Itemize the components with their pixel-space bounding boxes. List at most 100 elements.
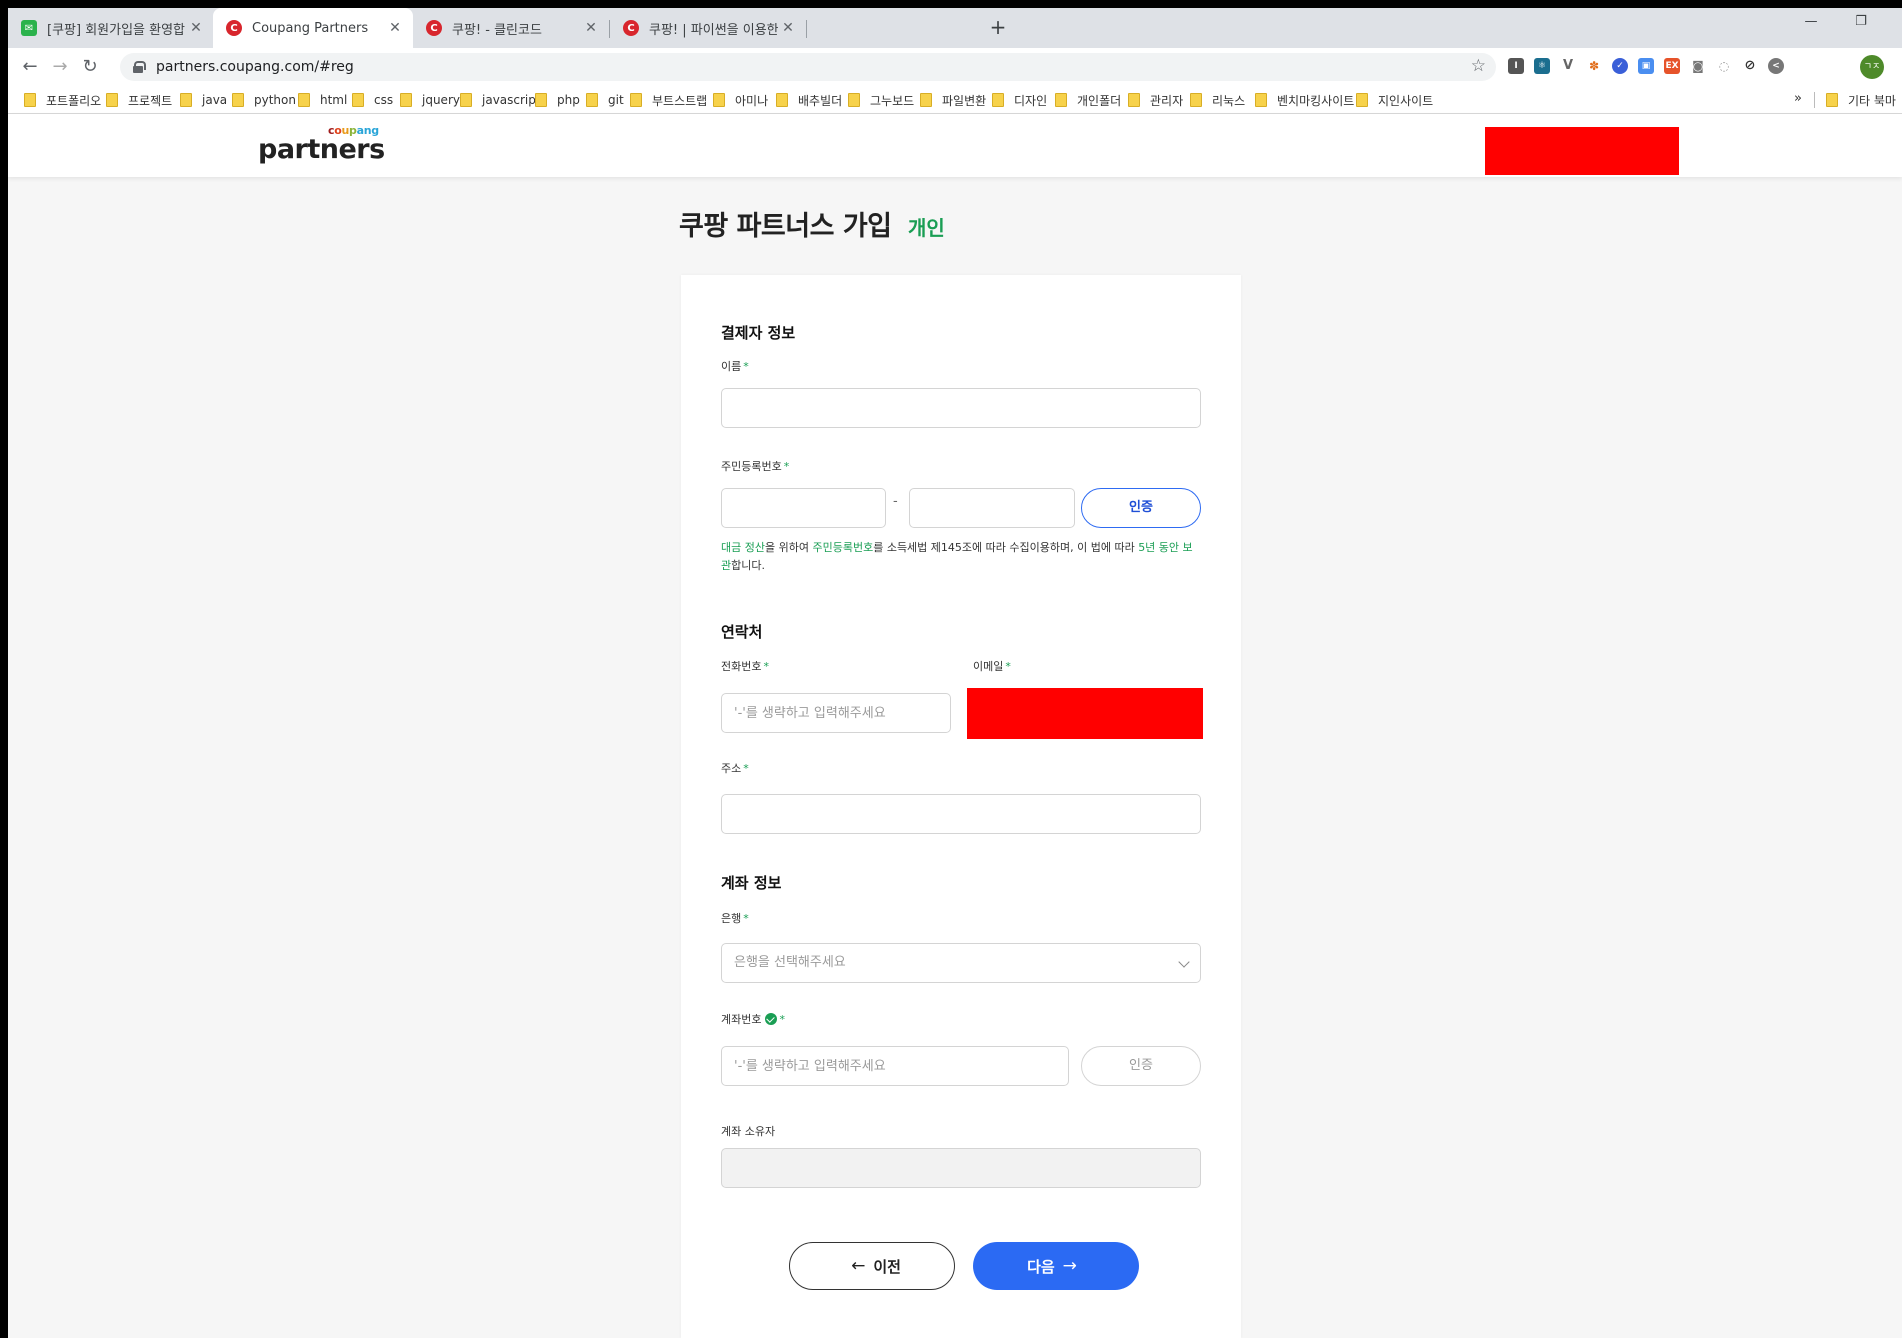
extension-icon[interactable]: ✽ <box>1586 58 1602 74</box>
redacted-area <box>1485 127 1679 175</box>
bookmark-folder[interactable]: 리눅스 <box>1190 92 1245 108</box>
folder-icon <box>1190 93 1202 107</box>
bank-select[interactable]: 은행을 선택해주세요 <box>721 943 1201 983</box>
bookmarks-separator <box>1814 92 1815 108</box>
prev-button[interactable]: ← 이전 <box>789 1242 955 1290</box>
url-text: partners.coupang.com/#reg <box>156 59 354 75</box>
forward-icon[interactable]: → <box>46 53 74 81</box>
reload-icon[interactable]: ↻ <box>76 53 104 81</box>
browser-window: ✉ [쿠팡] 회원가입을 환영합니다! ✕ C Coupang Partners… <box>8 8 1902 1338</box>
bookmark-folder[interactable]: 프로젝트 <box>106 92 172 108</box>
react-devtools-icon[interactable]: ⚛ <box>1534 58 1550 74</box>
bookmark-folder[interactable]: javascript <box>460 92 541 108</box>
bookmark-folder[interactable]: html <box>298 92 347 108</box>
extension-icon[interactable]: ▣ <box>1638 58 1654 74</box>
folder-icon <box>1255 93 1267 107</box>
coupang-partners-logo[interactable]: coupang partners <box>258 122 388 168</box>
check-circle-icon <box>765 1013 778 1025</box>
tab-strip: ✉ [쿠팡] 회원가입을 환영합니다! ✕ C Coupang Partners… <box>8 8 1902 48</box>
rrn-back-input[interactable] <box>909 488 1075 528</box>
bookmark-folder[interactable]: python <box>232 92 296 108</box>
name-input[interactable] <box>721 388 1201 428</box>
extension-icon[interactable]: I <box>1508 58 1524 74</box>
bank-label: 은행 * <box>721 912 749 925</box>
bookmark-folder[interactable]: java <box>180 92 227 108</box>
vue-devtools-icon[interactable]: V <box>1560 58 1576 74</box>
folder-icon <box>106 93 118 107</box>
chevron-down-icon <box>1178 956 1190 968</box>
tab-clean-code[interactable]: C 쿠팡! - 클린코드 ✕ <box>413 8 609 48</box>
bookmark-folder[interactable]: 아미나 <box>713 92 768 108</box>
next-button[interactable]: 다음 → <box>973 1242 1139 1290</box>
folder-icon <box>535 93 547 107</box>
minimize-icon[interactable]: — <box>1796 14 1826 34</box>
phone-label: 전화번호 * <box>721 660 769 673</box>
bookmark-folder[interactable]: php <box>535 92 580 108</box>
signup-form-card: 결제자 정보 이름 * 주민등록번호 * - 인증 대금 정산을 위하여 주민등록번… <box>681 275 1241 1338</box>
tab-coupang-partners[interactable]: C Coupang Partners ✕ <box>213 8 413 48</box>
restore-icon[interactable]: ❐ <box>1846 14 1876 34</box>
bookmark-folder[interactable]: 포트폴리오 <box>24 92 101 108</box>
bookmark-folder[interactable]: 벤치마킹사이트 <box>1255 92 1354 108</box>
bookmark-folder[interactable]: css <box>352 92 393 108</box>
extension-icon[interactable]: ⊘ <box>1742 58 1758 74</box>
close-icon[interactable]: ✕ <box>581 20 601 36</box>
payer-info-heading: 결제자 정보 <box>721 324 796 342</box>
folder-icon <box>352 93 364 107</box>
account-holder-label: 계좌 소유자 <box>721 1125 776 1138</box>
close-icon[interactable]: ✕ <box>186 20 206 36</box>
address-input[interactable] <box>721 794 1201 834</box>
bookmark-folder[interactable]: git <box>586 92 624 108</box>
star-icon[interactable]: ☆ <box>1471 56 1486 76</box>
address-bar[interactable]: partners.coupang.com/#reg ☆ <box>120 53 1496 81</box>
email-label: 이메일 * <box>973 660 1011 673</box>
account-number-input[interactable] <box>721 1046 1069 1086</box>
contact-heading: 연락처 <box>721 623 763 641</box>
tab-python-clean-code[interactable]: C 쿠팡! | 파이썬을 이용한 클린 코 ✕ <box>610 8 806 48</box>
rrn-verify-button[interactable]: 인증 <box>1081 488 1201 528</box>
bookmark-folder[interactable]: 개인폴더 <box>1055 92 1121 108</box>
profile-avatar[interactable]: ㄱㅈ <box>1860 55 1884 79</box>
coupang-favicon-icon: C <box>226 20 242 36</box>
browser-toolbar: ← → ↻ partners.coupang.com/#reg ☆ I ⚛ V … <box>8 48 1902 86</box>
account-holder-input <box>721 1148 1201 1188</box>
name-label: 이름 * <box>721 360 749 373</box>
bookmark-folder[interactable]: 그누보드 <box>848 92 914 108</box>
bookmarks-bar: 포트폴리오 프로젝트 java python html css jquery j… <box>8 86 1902 114</box>
folder-icon <box>992 93 1004 107</box>
coupang-favicon-icon: C <box>623 20 639 36</box>
bookmark-folder[interactable]: 디자인 <box>992 92 1047 108</box>
folder-icon <box>232 93 244 107</box>
new-tab-button[interactable]: + <box>986 16 1010 40</box>
folder-icon <box>1055 93 1067 107</box>
arrow-right-icon: → <box>1062 1256 1077 1276</box>
folder-icon <box>1128 93 1140 107</box>
account-verify-button[interactable]: 인증 <box>1081 1046 1201 1086</box>
share-icon[interactable]: < <box>1768 58 1784 74</box>
folder-icon <box>298 93 310 107</box>
coupang-favicon-icon: C <box>426 20 442 36</box>
close-icon[interactable]: ✕ <box>778 20 798 36</box>
camera-icon[interactable]: ◙ <box>1690 58 1706 74</box>
bookmark-folder[interactable]: 관리자 <box>1128 92 1183 108</box>
other-bookmarks-folder[interactable]: 기타 북마 <box>1826 92 1896 108</box>
phone-input[interactable] <box>721 693 951 733</box>
rrn-front-input[interactable] <box>721 488 886 528</box>
bookmark-folder[interactable]: 부트스트랩 <box>630 92 707 108</box>
bookmark-folder[interactable]: 파일변환 <box>920 92 986 108</box>
tab-coupang-welcome[interactable]: ✉ [쿠팡] 회원가입을 환영합니다! ✕ <box>8 8 214 48</box>
bookmarks-overflow-button[interactable]: » <box>1794 91 1802 106</box>
extension-icon[interactable]: ✓ <box>1612 58 1628 74</box>
folder-icon <box>1356 93 1368 107</box>
bookmark-folder[interactable]: jquery <box>400 92 460 108</box>
bookmark-folder[interactable]: 지인사이트 <box>1356 92 1433 108</box>
account-type-label: 개인 <box>908 216 945 240</box>
back-icon[interactable]: ← <box>16 53 44 81</box>
folder-icon <box>180 93 192 107</box>
tab-separator <box>806 20 807 38</box>
extension-icon[interactable]: ◌ <box>1716 58 1732 74</box>
bookmark-folder[interactable]: 배추빌더 <box>776 92 842 108</box>
close-icon[interactable]: ✕ <box>385 20 405 36</box>
extension-icon[interactable]: EX <box>1664 58 1680 74</box>
account-number-label: 계좌번호 * <box>721 1013 785 1026</box>
